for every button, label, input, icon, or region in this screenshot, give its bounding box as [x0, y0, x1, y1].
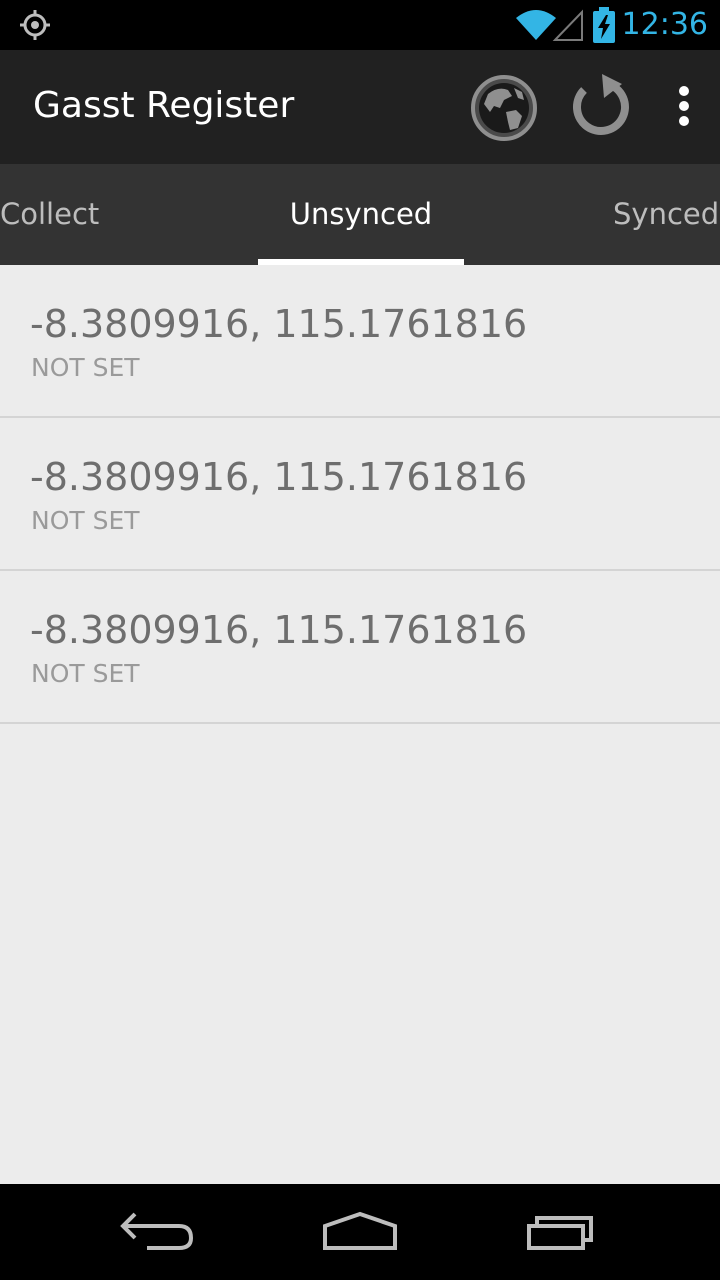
back-icon[interactable]	[105, 1202, 215, 1262]
list-item[interactable]: -8.3809916, 115.1761816 NOT SET	[0, 265, 720, 418]
refresh-icon[interactable]	[564, 74, 636, 142]
tab-collect[interactable]: Collect	[0, 164, 99, 265]
overflow-menu-icon[interactable]	[660, 82, 708, 134]
navigation-bar	[0, 1184, 720, 1280]
list-item-coordinates: -8.3809916, 115.1761816	[30, 302, 528, 346]
gps-icon	[20, 10, 50, 40]
globe-icon[interactable]	[468, 72, 540, 144]
tab-synced[interactable]: Synced	[613, 164, 719, 265]
status-bar: 12:36	[0, 0, 720, 50]
list-item-status: NOT SET	[31, 353, 140, 382]
list-item-coordinates: -8.3809916, 115.1761816	[30, 455, 528, 499]
list-item-status: NOT SET	[31, 506, 140, 535]
home-icon[interactable]	[305, 1202, 415, 1262]
signal-icon	[552, 9, 583, 41]
list-item[interactable]: -8.3809916, 115.1761816 NOT SET	[0, 571, 720, 724]
app-title: Gasst Register	[33, 85, 295, 126]
action-bar: Gasst Register	[0, 50, 720, 164]
unsynced-list: -8.3809916, 115.1761816 NOT SET -8.38099…	[0, 265, 720, 724]
battery-charging-icon	[593, 7, 615, 43]
tab-bar: Collect Unsynced Synced	[0, 164, 720, 265]
list-item-coordinates: -8.3809916, 115.1761816	[30, 608, 528, 652]
tab-unsynced[interactable]: Unsynced	[258, 164, 464, 265]
status-clock: 12:36	[621, 7, 708, 42]
list-item-status: NOT SET	[31, 659, 140, 688]
recent-apps-icon[interactable]	[505, 1202, 615, 1262]
list-item[interactable]: -8.3809916, 115.1761816 NOT SET	[0, 418, 720, 571]
